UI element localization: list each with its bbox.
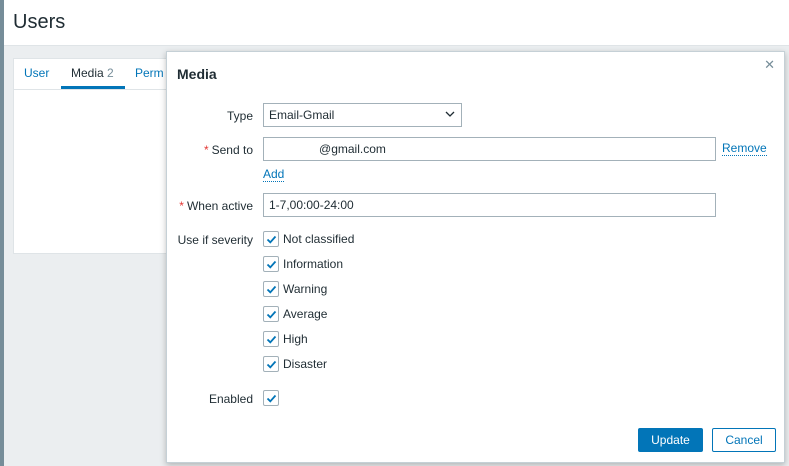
checkbox[interactable]	[263, 256, 279, 272]
checkbox[interactable]	[263, 231, 279, 247]
check-icon	[266, 235, 277, 244]
dialog-title: Media	[177, 66, 217, 82]
enabled-label: Enabled	[208, 392, 253, 406]
tab-bar: User Media 2 Perm	[14, 59, 174, 90]
type-select-value: Email-Gmail	[269, 108, 335, 122]
cancel-button[interactable]: Cancel	[712, 428, 776, 452]
check-icon	[266, 394, 277, 403]
tab-user-label: User	[24, 66, 50, 80]
required-marker: *	[203, 143, 209, 157]
remove-link[interactable]: Remove	[722, 142, 767, 156]
checkbox[interactable]	[263, 356, 279, 372]
check-icon	[266, 310, 277, 319]
tab-media-label: Media	[71, 66, 104, 80]
check-icon	[266, 360, 277, 369]
type-label: Type	[226, 109, 253, 123]
tab-user[interactable]: User	[24, 66, 49, 80]
checkbox-label: Not classified	[283, 232, 355, 246]
check-icon	[266, 285, 277, 294]
tab-permissions[interactable]: Perm	[135, 66, 164, 80]
checkbox-label: Average	[283, 307, 328, 321]
send-to-label: * Send to	[177, 143, 253, 157]
checkbox-label: Disaster	[283, 357, 328, 371]
user-tabs-panel: User Media 2 Perm	[13, 58, 174, 254]
page-title: Users	[13, 11, 66, 33]
check-icon	[266, 260, 277, 269]
close-icon[interactable]: ✕	[764, 57, 775, 73]
check-icon	[266, 335, 277, 344]
type-select[interactable]: Email-Gmail	[263, 103, 462, 127]
checkbox-label: High	[283, 332, 308, 346]
when-active-label: * When active	[177, 199, 253, 213]
checkbox-label: Warning	[283, 282, 328, 296]
enabled-checkbox[interactable]	[263, 390, 279, 406]
media-dialog: Media ✕ Type Email-Gmail *Send to Remove…	[166, 51, 785, 463]
checkbox-label: Information	[283, 257, 344, 271]
page-header: Users	[4, 0, 789, 46]
tab-media[interactable]: Media 2	[71, 66, 114, 80]
send-to-label-text: Send to	[211, 143, 253, 157]
active-tab-indicator	[61, 86, 125, 89]
required-marker: *	[179, 199, 184, 213]
severity-label: Use if severity	[177, 233, 253, 247]
add-link[interactable]: Add	[263, 168, 285, 182]
tab-permissions-label: Perm	[135, 66, 164, 80]
checkbox[interactable]	[263, 306, 279, 322]
checkbox[interactable]	[263, 281, 279, 297]
chevron-down-icon	[445, 111, 455, 117]
when-active-input[interactable]	[263, 193, 716, 217]
send-to-input[interactable]	[263, 137, 716, 161]
update-button[interactable]: Update	[638, 428, 703, 452]
when-active-label-text: When active	[186, 199, 253, 213]
checkbox[interactable]	[263, 331, 279, 347]
tab-media-count: 2	[107, 66, 114, 80]
